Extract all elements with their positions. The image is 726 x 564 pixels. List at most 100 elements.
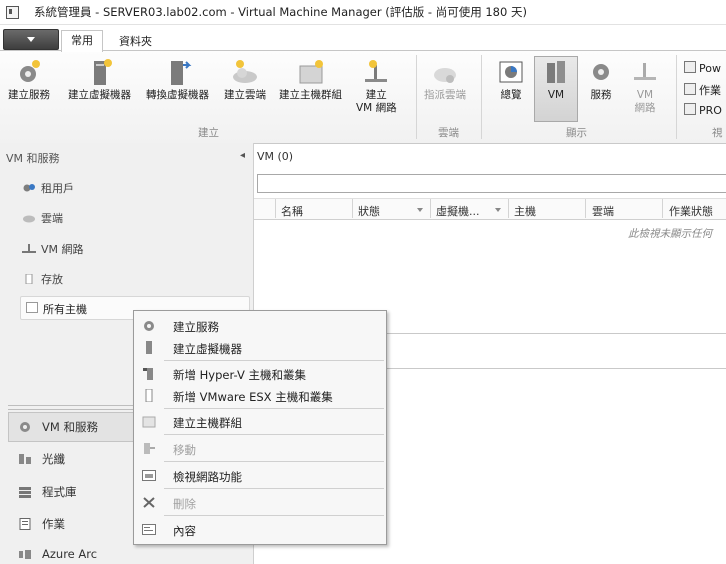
workspace-azure-arc-label: Azure Arc [42,547,98,561]
ribbon: 建立服務 建立虛擬機器 轉換虛擬機器 建立雲端 建立主機群組 建立 VM 網路 … [0,50,726,144]
nav-clouds[interactable]: 雲端 [22,210,63,226]
window-title: 系統管理員 - SERVER03.lab02.com - Virtual Mac… [34,5,527,19]
menu-item-create-service[interactable]: 建立服務 [134,315,386,337]
vm-network-icon [365,60,388,82]
pro-button[interactable]: PRO [684,103,722,117]
column-header-cloud[interactable]: 雲端 [592,203,614,219]
workspace-jobs[interactable]: 作業 [18,516,65,532]
menu-item-label: 新增 Hyper-V 主機和叢集 [173,368,306,382]
vm-network-icon [22,244,36,253]
menu-item-view-networking[interactable]: 檢視網路功能 [134,465,386,487]
create-vm-network-button[interactable]: 建立 VM 網路 [356,57,397,115]
delete-x-icon [143,497,155,508]
menu-separator [164,434,384,435]
create-service-icon [144,321,154,331]
convert-vm-label: 轉換虛擬機器 [146,89,209,101]
create-vm-network-label-2: VM 網路 [356,102,397,114]
vm-networks-icon [634,63,656,80]
menu-item-properties[interactable]: 內容 [134,519,386,541]
results-title: VM (0) [257,150,294,163]
properties-icon [142,524,156,535]
column-header-status[interactable]: 狀態 [358,203,380,219]
menu-item-label: 內容 [173,524,196,538]
vm-view-label: VM [547,89,565,101]
group-label-window: 視 [712,127,723,139]
nav-clouds-label: 雲端 [41,212,63,225]
azure-arc-icon [19,550,31,559]
overview-chart-icon [499,61,523,83]
menu-item-label: 建立虛擬機器 [173,342,242,356]
convert-vm-icon [170,61,191,85]
collapse-pane-button[interactable]: ◂ [240,150,245,161]
sort-chevron-icon[interactable] [495,208,501,212]
create-vm-network-label-1: 建立 [365,89,387,101]
storage-icon [25,274,33,284]
menu-item-delete[interactable]: 刪除 [134,492,386,514]
menu-item-add-hyperv[interactable]: 新增 Hyper-V 主機和叢集 [134,363,386,385]
workspace-azure-arc[interactable]: Azure Arc [18,547,97,561]
tenants-icon [23,184,35,192]
column-separator [508,199,509,218]
ribbon-separator [416,55,417,139]
create-vm-button[interactable]: 建立虛擬機器 [68,57,131,102]
create-host-group-button[interactable]: 建立主機群組 [279,57,342,102]
jobs-button[interactable]: 作業 [684,82,721,98]
column-separator [430,199,431,218]
search-input[interactable] [257,174,726,193]
menu-item-create-vm[interactable]: 建立虛擬機器 [134,337,386,359]
menu-separator [164,360,384,361]
column-header-host[interactable]: 主機 [514,203,536,219]
sort-chevron-icon[interactable] [417,208,423,212]
menu-item-label: 建立主機群組 [173,416,242,430]
empty-view-message: 此檢視未顯示任何 [628,228,712,240]
column-header-job-status[interactable]: 作業狀態 [669,203,713,219]
pro-icon [684,103,696,115]
create-service-button[interactable]: 建立服務 [8,57,50,102]
menu-item-move[interactable]: 移動 [134,438,386,460]
group-label-cloud: 雲端 [438,127,459,139]
vm-networks-view-button[interactable]: VM 網路 [630,57,660,115]
nav-tenants-label: 租用戶 [41,182,74,195]
cloud-icon [233,60,257,83]
menu-separator [164,488,384,489]
menu-item-create-host-group[interactable]: 建立主機群組 [134,411,386,433]
workspace-library[interactable]: 程式庫 [18,484,77,500]
vm-view-icon [547,61,565,83]
menu-item-add-vmware[interactable]: 新增 VMware ESX 主機和叢集 [134,385,386,407]
workspace-vms-services-label-row[interactable]: VM 和服務 [18,419,98,435]
jobs-icon [684,83,696,95]
nav-vm-networks-label: VM 網路 [41,243,84,256]
host-group-icon [26,302,38,313]
services-view-button[interactable]: 服務 [586,57,616,102]
overview-label: 總覽 [500,89,522,101]
add-vmware-host-icon [145,389,153,402]
menu-item-label: 新增 VMware ESX 主機和叢集 [173,390,333,404]
workspace-fabric[interactable]: 光纖 [18,451,65,467]
nav-tenants[interactable]: 租用戶 [22,180,74,196]
service-gear-icon [20,60,40,82]
powershell-label: Pow [699,62,721,75]
overview-button[interactable]: 總覽 [496,57,526,102]
jobs-label: 作業 [699,84,721,97]
nav-storage[interactable]: 存放 [22,271,63,287]
file-menu-button[interactable] [3,29,59,50]
menu-separator [164,408,384,409]
view-networking-icon [142,470,156,481]
assign-cloud-button[interactable]: 指派雲端 [424,57,466,102]
powershell-icon [684,61,696,73]
tab-folder[interactable]: 資料夾 [110,32,161,51]
app-icon [6,6,19,19]
column-header-name[interactable]: 名稱 [281,203,303,219]
vm-view-button[interactable]: VM [534,56,578,122]
workspace-library-label: 程式庫 [42,485,77,499]
nav-vm-networks[interactable]: VM 網路 [22,241,84,257]
tab-home[interactable]: 常用 [61,30,103,52]
assign-cloud-icon [434,68,456,83]
powershell-button[interactable]: Pow [684,61,721,75]
menu-separator [164,461,384,462]
menu-item-label: 建立服務 [173,320,219,334]
convert-vm-button[interactable]: 轉換虛擬機器 [146,57,209,102]
ribbon-separator [676,55,677,139]
column-header-vm[interactable]: 虛擬機... [436,203,480,219]
create-cloud-button[interactable]: 建立雲端 [224,57,266,102]
